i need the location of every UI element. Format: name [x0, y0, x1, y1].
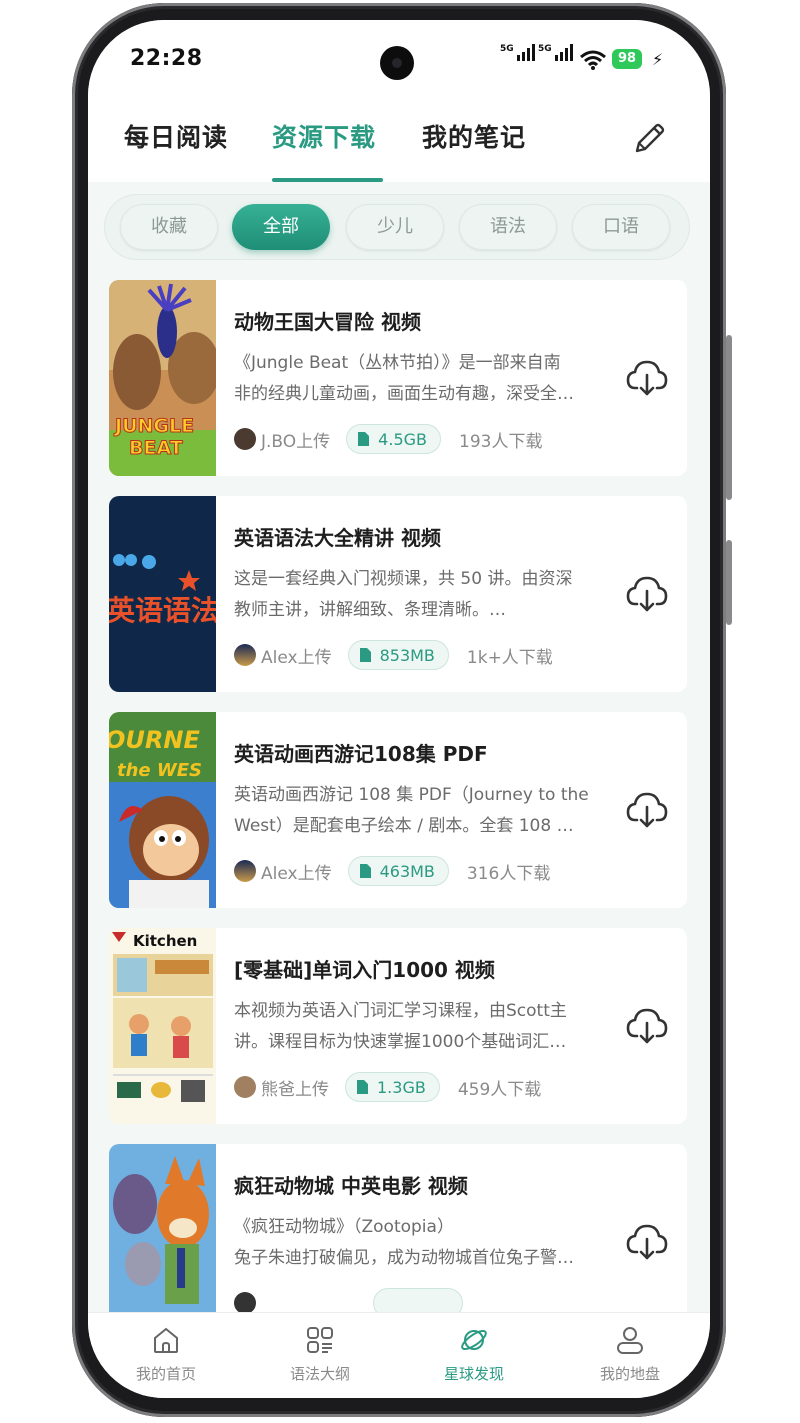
nav-label: 我的首页: [135, 1365, 196, 1383]
grid-list-icon: [307, 1327, 333, 1353]
filter-all[interactable]: 全部: [232, 204, 330, 250]
front-camera: [380, 46, 414, 80]
nav-home[interactable]: 我的首页: [106, 1313, 226, 1398]
download-cloud-icon[interactable]: [626, 790, 668, 830]
thumbnail-grammar: 英语语法: [109, 496, 216, 692]
active-tab-indicator: [272, 178, 383, 182]
resource-title: 英语语法大全精讲 视频: [234, 526, 441, 550]
download-count: 1k+人下载: [466, 647, 553, 668]
user-icon: [617, 1327, 643, 1354]
download-count: 459人下载: [457, 1079, 542, 1100]
resource-card[interactable]: 疯狂动物城 中英电影 视频 《疯狂动物城》（Zootopia） 兔子朱迪打破偏见…: [109, 1144, 687, 1312]
filter-favorites[interactable]: 收藏: [120, 204, 218, 250]
resource-description: 本视频为英语入门词汇学习课程，由Scott主 讲。课程目标为快速掌握1000个基…: [234, 1001, 567, 1052]
file-icon: [359, 648, 371, 662]
status-time: 22:28: [130, 46, 203, 71]
tab-resource-download[interactable]: 资源下载: [272, 118, 376, 154]
signal-label: 5G: [500, 44, 514, 54]
home-icon: [154, 1327, 178, 1353]
file-icon: [359, 864, 371, 878]
app-screen: 22:28 5G 5G 98 ⚡ 每日阅读 资源下载 我的笔记 收藏 全部 少儿…: [88, 20, 710, 1398]
tab-daily-reading[interactable]: 每日阅读: [124, 118, 228, 154]
tab-my-notes[interactable]: 我的笔记: [422, 118, 526, 154]
nav-my-space[interactable]: 我的地盘: [570, 1313, 690, 1398]
resource-description: 《疯狂动物城》（Zootopia） 兔子朱迪打破偏见，成为动物城首位兔子警…: [234, 1217, 574, 1268]
resource-card[interactable]: OURNE the WES 英语动画西游记108集 PDF 英语动画西游记 10…: [109, 712, 687, 908]
nav-grammar-outline[interactable]: 语法大纲: [260, 1313, 380, 1398]
resource-card[interactable]: JUNGLE BEAT 动物王国大冒险 视频 《Jungle Beat（丛林节拍…: [109, 280, 687, 476]
avatar: [234, 428, 256, 450]
download-count: 193人下载: [459, 431, 543, 452]
power-button: [726, 540, 732, 625]
file-icon: [358, 432, 370, 446]
resource-description: 《Jungle Beat（丛林节拍）》是一部来自南 非的经典儿童动画，画面生动有…: [234, 353, 574, 404]
thumbnail-zootopia: [109, 1144, 216, 1312]
uploader: Alex上传: [261, 863, 332, 884]
edit-icon[interactable]: [630, 120, 668, 158]
file-size-badge: [373, 1288, 463, 1312]
avatar: [234, 1292, 256, 1312]
status-bar: 22:28 5G 5G 98 ⚡: [88, 20, 710, 100]
signal-label-2: 5G: [538, 44, 552, 54]
wifi-icon: [580, 50, 606, 70]
filter-speaking[interactable]: 口语: [572, 204, 670, 250]
svg-text:Kitchen: Kitchen: [133, 932, 197, 950]
avatar: [234, 860, 256, 882]
resource-meta: Alex上传 853MB 1k+人下载: [234, 639, 553, 671]
file-size-badge: 4.5GB: [346, 424, 441, 454]
resource-description: 这是一套经典入门视频课，共 50 讲。由资深 教师主讲，讲解细致、条理清晰。…: [234, 569, 573, 620]
file-size-badge: 853MB: [347, 640, 449, 670]
uploader: Alex上传: [261, 647, 332, 668]
svg-text:OURNE: OURNE: [109, 726, 200, 754]
planet-icon: [461, 1329, 487, 1351]
uploader: 熊爸上传: [261, 1079, 329, 1100]
avatar: [234, 644, 256, 666]
resource-meta: 熊爸上传 1.3GB 459人下载: [234, 1071, 541, 1103]
nav-discover[interactable]: 星球发现: [414, 1313, 534, 1398]
nav-label: 我的地盘: [599, 1365, 660, 1383]
thumbnail-journey-west: OURNE the WES: [109, 712, 216, 908]
filter-grammar[interactable]: 语法: [459, 204, 557, 250]
bottom-nav: 我的首页 语法大纲 星球发现 我的地盘: [88, 1312, 710, 1398]
resource-title: 疯狂动物城 中英电影 视频: [234, 1174, 468, 1198]
svg-text:英语语法: 英语语法: [109, 594, 216, 627]
top-tab-bar: 每日阅读 资源下载 我的笔记: [88, 100, 710, 182]
nav-label: 星球发现: [443, 1365, 504, 1383]
download-cloud-icon[interactable]: [626, 1222, 668, 1262]
svg-text:BEAT: BEAT: [129, 437, 183, 459]
signal-icon-2: 5G: [538, 44, 573, 61]
nav-label: 语法大纲: [289, 1365, 350, 1383]
resource-title: 动物王国大冒险 视频: [234, 310, 421, 334]
file-size-badge: 1.3GB: [345, 1072, 440, 1102]
resource-list: JUNGLE BEAT 动物王国大冒险 视频 《Jungle Beat（丛林节拍…: [109, 280, 687, 1312]
uploader: J.BO上传: [261, 431, 331, 452]
file-icon: [357, 1080, 368, 1094]
resource-meta: Alex上传 463MB 316人下载: [234, 855, 550, 887]
svg-text:the WES: the WES: [117, 760, 202, 781]
resource-meta: [234, 1287, 463, 1312]
download-cloud-icon[interactable]: [626, 574, 668, 614]
resource-description: 英语动画西游记 108 集 PDF（Journey to the West）是配…: [234, 785, 589, 836]
resource-card[interactable]: Kitchen [零基础]单词入门1000 视频 本视频为英语入门词汇学习课程，…: [109, 928, 687, 1124]
resource-card[interactable]: 英语语法 英语语法大全精讲 视频 这是一套经典入门视频课，共 50 讲。由资深 …: [109, 496, 687, 692]
download-cloud-icon[interactable]: [626, 358, 668, 398]
resource-title: 英语动画西游记108集 PDF: [234, 742, 488, 766]
resource-title: [零基础]单词入门1000 视频: [234, 958, 495, 982]
file-size-badge: 463MB: [347, 856, 449, 886]
thumbnail-kitchen: Kitchen: [109, 928, 216, 1124]
resource-meta: J.BO上传 4.5GB 193人下载: [234, 423, 542, 455]
charging-icon: ⚡: [652, 50, 664, 69]
filter-kids[interactable]: 少儿: [346, 204, 444, 250]
avatar: [234, 1076, 256, 1098]
download-cloud-icon[interactable]: [626, 1006, 668, 1046]
svg-text:JUNGLE: JUNGLE: [113, 415, 194, 437]
thumbnail-jungle-beat: JUNGLE BEAT: [109, 280, 216, 476]
filter-bar: 收藏 全部 少儿 语法 口语: [104, 194, 690, 260]
battery-icon: 98: [612, 49, 643, 69]
download-count: 316人下载: [466, 863, 551, 884]
volume-button: [726, 335, 732, 500]
signal-icon: 5G: [500, 44, 535, 61]
